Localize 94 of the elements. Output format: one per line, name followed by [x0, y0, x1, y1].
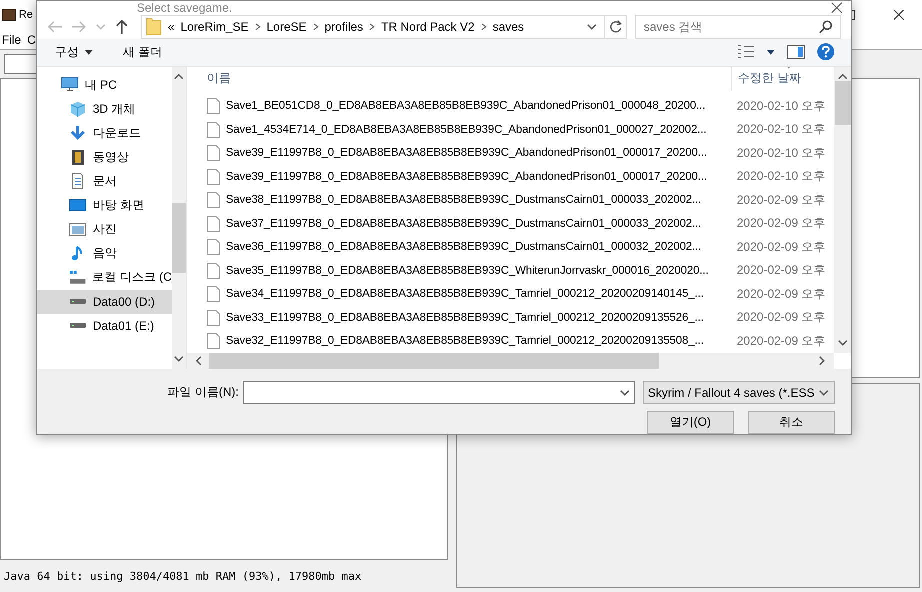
chevron-icon: [312, 23, 319, 32]
breadcrumb[interactable]: TR Nord Pack V2: [381, 20, 475, 34]
file-icon: [207, 262, 220, 279]
window-title: Re: [19, 9, 34, 21]
file-icon: [207, 333, 220, 350]
folder-icon: [146, 18, 162, 36]
column-header[interactable]: 이름: [187, 70, 731, 87]
open-button[interactable]: 열기(O): [647, 411, 734, 434]
file-icon: [207, 239, 220, 256]
date-cell-text: 2020-02-10 오후: [736, 98, 826, 115]
scrollbar[interactable]: [834, 66, 851, 353]
file-icon: [207, 122, 220, 138]
drive-icon: [69, 322, 87, 329]
nav-item[interactable]: 내 PC: [37, 74, 172, 98]
new-folder-button[interactable]: 새 폴더: [123, 44, 162, 61]
file-item[interactable]: Save37_E11997B8_0_ED8AB8EBA3A8EB85B8EB939C_DustmansCairn01_000033_202002...: [187, 216, 731, 232]
file-icon: [207, 168, 220, 185]
nav-item[interactable]: 문서: [37, 170, 172, 194]
file-item[interactable]: Save33_E11997B8_0_ED8AB8EBA3A8EB85B8EB939C_Tamriel_000212_20200209135526_...: [187, 310, 731, 326]
file-icon: [207, 216, 220, 232]
down-arrow-icon: [69, 125, 87, 142]
file-type-dropdown[interactable]: Skyrim / Fallout 4 saves (*.ESS: [643, 381, 835, 404]
file-icon: [207, 310, 220, 326]
menu-item[interactable]: C: [27, 32, 36, 46]
status-text: Java 64 bit: using 3804/4081 mb RAM (93%), 17980mb max: [4, 570, 362, 582]
drive-icon: [69, 298, 87, 305]
menu-item[interactable]: File: [2, 32, 22, 46]
scrollbar-thumb[interactable]: [834, 80, 850, 124]
field-label: 파일 이름(N):: [168, 384, 239, 401]
date-cell-text: 2020-02-10 오후: [736, 144, 826, 162]
app-icon: [2, 9, 16, 21]
file-item[interactable]: Save1_BE051CD8_0_ED8AB8EBA3A8EB85B8EB939C_AbandonedPrison01_000048_20200...: [187, 98, 731, 114]
file-item[interactable]: Save36_E11997B8_0_ED8AB8EBA3A8EB85B8EB939C_DustmansCairn01_000032_202002...: [187, 239, 731, 256]
computer-icon: [61, 77, 79, 94]
chevron-icon: [254, 23, 261, 32]
close-icon: [894, 10, 904, 20]
film-icon: [69, 149, 87, 166]
column-header[interactable]: 수정한 날짜: [731, 66, 802, 90]
date-cell-text: 2020-02-10 오후: [736, 168, 826, 186]
date-cell-text: 2020-02-09 오후: [736, 309, 826, 326]
file-item[interactable]: Save39_E11997B8_0_ED8AB8EBA3A8EB85B8EB939C_AbandonedPrison01_000017_20200...: [187, 145, 731, 162]
date-cell-text: 2020-02-09 오후: [736, 238, 826, 256]
breadcrumb[interactable]: LoreRim_SE: [180, 20, 249, 34]
cancel-button[interactable]: 취소: [748, 411, 835, 434]
help-icon[interactable]: [817, 43, 835, 62]
file-item[interactable]: Save32_E11997B8_0_ED8AB8EBA3A8EB85B8EB939C_Tamriel_000212_20200209135508_...: [187, 333, 731, 350]
file-icon: [207, 286, 220, 302]
scrollbar[interactable]: [172, 66, 186, 369]
organize-button[interactable]: 구성: [55, 44, 93, 61]
date-cell-text: 2020-02-09 오후: [736, 192, 826, 209]
date-cell-text: 2020-02-09 오후: [736, 332, 826, 350]
nav-item[interactable]: 다운로드: [37, 122, 172, 146]
scrollbar-thumb[interactable]: [209, 353, 659, 369]
breadcrumb[interactable]: LoreSE: [266, 20, 307, 34]
file-item[interactable]: Save34_E11997B8_0_ED8AB8EBA3A8EB85B8EB939C_Tamriel_000212_20200209140145_...: [187, 286, 731, 302]
file-item[interactable]: Save1_4534E714_0_ED8AB8EBA3A8EB85B8EB939C_AbandonedPrison01_000027_202002...: [187, 122, 731, 138]
nav-item[interactable]: 사진: [37, 218, 172, 242]
file-item[interactable]: Save35_E11997B8_0_ED8AB8EBA3A8EB85B8EB939C_WhiterunJorrvaskr_000016_2020020...: [187, 262, 731, 279]
cube-icon: [69, 101, 87, 118]
file-icon: [207, 192, 220, 208]
search-field[interactable]: saves 검색: [635, 15, 841, 40]
file-name-field[interactable]: [243, 381, 635, 404]
breadcrumb[interactable]: saves: [492, 20, 524, 34]
breadcrumb-overflow[interactable]: «: [168, 20, 175, 34]
chevron-icon: [369, 23, 376, 32]
nav-item[interactable]: Data01 (E:): [37, 314, 172, 338]
desktop-icon: [69, 197, 87, 214]
nav-item[interactable]: 동영상: [37, 146, 172, 170]
nav-item[interactable]: Data00 (D:): [37, 290, 172, 314]
date-cell-text: 2020-02-09 오후: [736, 215, 826, 232]
nav-item[interactable]: 음악: [37, 242, 172, 266]
up-arrow-icon[interactable]: [115, 19, 129, 36]
file-icon: [207, 98, 220, 114]
view-list-icon[interactable]: [737, 45, 755, 60]
dialog-title: Select savegame.: [137, 1, 232, 15]
nav-item[interactable]: 바탕 화면: [37, 194, 172, 218]
nav-item[interactable]: 3D 개체: [37, 98, 172, 122]
file-icon: [207, 145, 220, 162]
refresh-icon[interactable]: [608, 20, 622, 34]
scrollbar-thumb[interactable]: [172, 202, 186, 272]
date-cell-text: 2020-02-09 오후: [736, 286, 826, 303]
date-cell-text: 2020-02-09 오후: [736, 262, 826, 280]
chevron-icon: [480, 23, 487, 32]
nav-item[interactable]: 로컬 디스크 (C: [37, 266, 172, 290]
scrollbar[interactable]: [187, 353, 834, 369]
file-item[interactable]: Save39_E11997B8_0_ED8AB8EBA3A8EB85B8EB939C_AbandonedPrison01_000017_20200...: [187, 168, 731, 185]
date-cell-text: 2020-02-10 오후: [736, 121, 826, 138]
picture-icon: [69, 221, 87, 238]
preview-pane-icon[interactable]: [787, 45, 805, 60]
drive-icon: [69, 269, 87, 286]
address-bar[interactable]: « LoreRim_SE LoreSE profiles TR Nord Pack V2 saves: [141, 15, 627, 40]
file-item[interactable]: Save38_E11997B8_0_ED8AB8EBA3A8EB85B8EB939C_DustmansCairn01_000033_202002...: [187, 192, 731, 208]
search-icon: [819, 20, 833, 34]
breadcrumb[interactable]: profiles: [324, 20, 364, 34]
